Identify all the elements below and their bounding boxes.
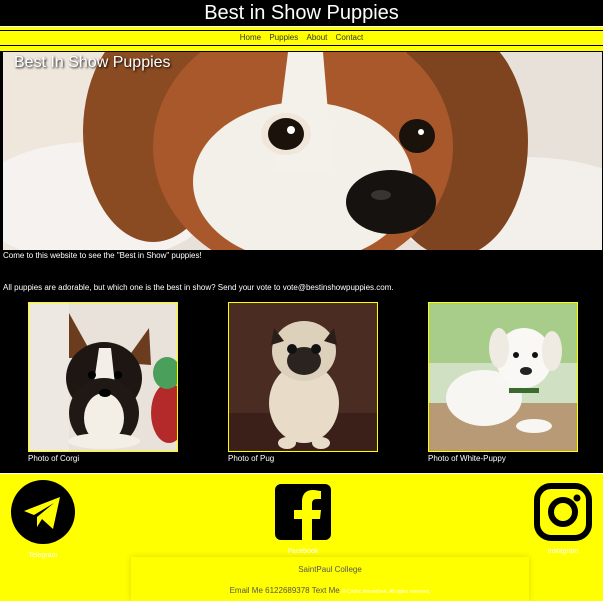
site-footer: Telegram Facebook Instagram SaintPaul Co… (0, 474, 603, 601)
instagram-icon[interactable] (534, 483, 592, 541)
telegram-icon[interactable] (10, 479, 76, 545)
facebook-icon[interactable] (274, 483, 332, 541)
gallery-item-pug[interactable]: Photo of Pug (228, 302, 378, 463)
nav-home-link[interactable]: Home (240, 33, 261, 42)
hero-image: Best In Show Puppies (3, 52, 602, 250)
main-content: Best In Show Puppies Come to this websit… (0, 51, 603, 473)
nav-bar: Home Puppies About Contact (0, 27, 603, 51)
hero-title: Best In Show Puppies (14, 54, 171, 71)
site-title: Best in Show Puppies (204, 2, 399, 24)
copyright: © Cedric Amundsen, All rights reserved. (341, 589, 431, 595)
white-puppy-caption: Photo of White-Puppy (428, 454, 506, 463)
instagram-label[interactable]: Instagram (530, 548, 596, 555)
corgi-photo[interactable] (28, 302, 178, 452)
vote-text: All puppies are adorable, but which one … (3, 283, 394, 292)
hero-puppy-illustration (3, 52, 602, 250)
contact-info-box: SaintPaul College Email Me 6122689378 Te… (131, 557, 529, 601)
social-telegram[interactable]: Telegram (10, 479, 76, 559)
gallery-item-white-puppy[interactable]: Photo of White-Puppy (428, 302, 578, 463)
contact-line: Email Me 6122689378 Text Me © Cedric Amu… (131, 586, 529, 595)
nav-menu: Home Puppies About Contact (0, 30, 603, 46)
telegram-label[interactable]: Telegram (10, 552, 76, 559)
email-link[interactable]: Email Me (230, 586, 263, 595)
social-instagram[interactable]: Instagram (530, 483, 596, 555)
white-puppy-photo[interactable] (428, 302, 578, 452)
nav-about-link[interactable]: About (307, 33, 328, 42)
facebook-label[interactable]: Facebook (270, 548, 336, 555)
college-name: SaintPaul College (298, 565, 362, 574)
gallery-item-corgi[interactable]: Photo of Corgi (28, 302, 178, 463)
nav-puppies-link[interactable]: Puppies (269, 33, 298, 42)
pug-photo[interactable] (228, 302, 378, 452)
intro-text: Come to this website to see the "Best in… (3, 251, 202, 260)
pug-caption: Photo of Pug (228, 454, 275, 463)
site-header: Best in Show Puppies (0, 0, 603, 26)
nav-contact-link[interactable]: Contact (336, 33, 364, 42)
social-facebook[interactable]: Facebook (270, 483, 336, 555)
corgi-caption: Photo of Corgi (28, 454, 80, 463)
text-link[interactable]: Text Me (312, 586, 340, 595)
phone-number: 6122689378 (265, 586, 310, 595)
